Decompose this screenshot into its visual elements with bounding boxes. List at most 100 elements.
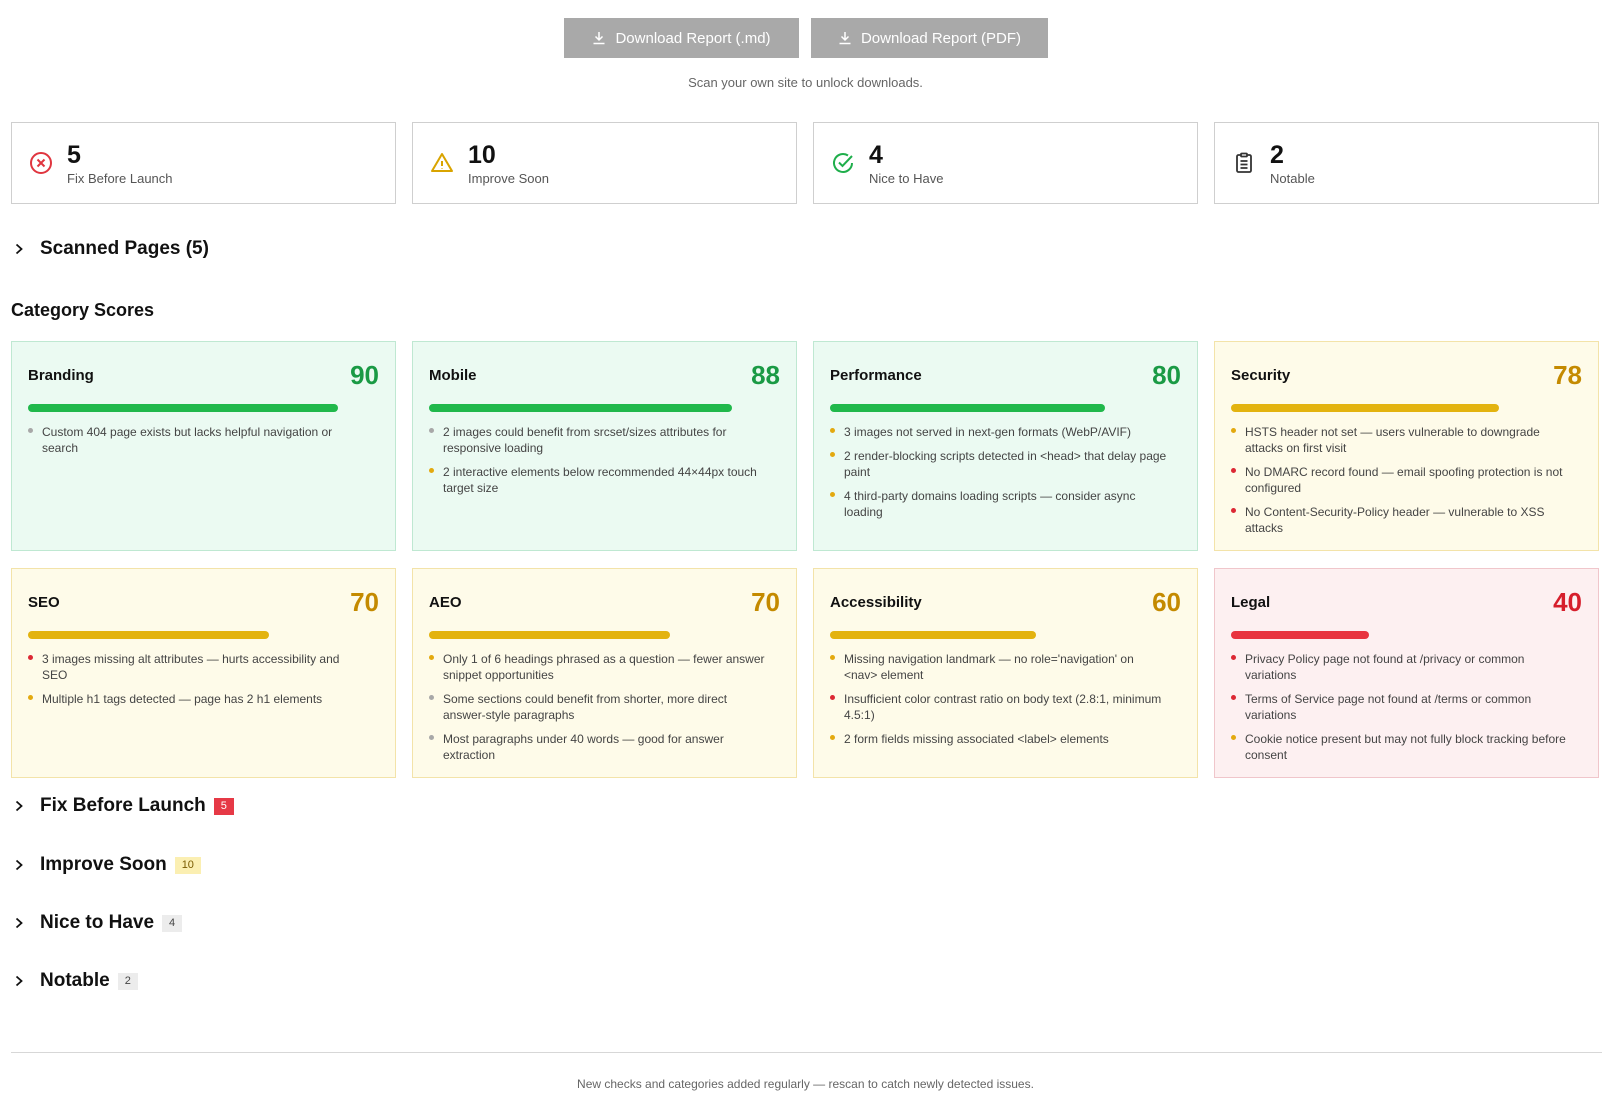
issue-text: Only 1 of 6 headings phrased as a questi… — [443, 652, 765, 682]
category-card-legal: Legal 40 Privacy Policy page not found at … — [1214, 568, 1599, 778]
group-title: Nice to Have — [40, 912, 155, 933]
category-card-branding: Branding 90 Custom 404 page exists but lac… — [11, 341, 396, 551]
issue-list: HSTS header not set — users vulnerable t… — [1231, 424, 1582, 536]
score-bar-track — [830, 631, 1181, 639]
issue-text: Custom 404 page exists but lacks helpful… — [42, 425, 333, 455]
score-bar-track — [429, 404, 780, 412]
download-md-label: Download Report (.md) — [615, 29, 771, 47]
issue-text: No Content-Security-Policy header — vuln… — [1245, 505, 1545, 535]
issue-list: 3 images not served in next-gen formats … — [830, 424, 1181, 520]
issue-text: 2 form fields missing associated <label>… — [844, 732, 1109, 746]
chevron-right-icon — [14, 800, 26, 812]
category-score: 78 — [1553, 359, 1582, 390]
category-score: 70 — [751, 586, 780, 617]
score-bar-fill — [1231, 631, 1369, 639]
category-score: 70 — [350, 586, 379, 617]
group-toggle-fix-before-launch[interactable]: Fix Before Launch 5 — [14, 795, 234, 817]
issue-item: Multiple h1 tags detected — page has 2 h… — [28, 691, 379, 707]
severity-dot — [1231, 655, 1236, 660]
category-score: 40 — [1553, 586, 1582, 617]
severity-dot — [28, 695, 33, 700]
summary-card-improve: 10 Improve Soon — [412, 122, 797, 204]
group-toggle-nice-to-have[interactable]: Nice to Have 4 — [14, 912, 183, 934]
category-scores-title: Category Scores — [11, 300, 155, 320]
issue-item: 2 images could benefit from srcset/sizes… — [429, 424, 780, 456]
category-card-security: Security 78 HSTS header not set — users vu… — [1214, 341, 1599, 551]
summary-card-fix: 5 Fix Before Launch — [11, 122, 396, 204]
summary-cards: 5 Fix Before Launch 10 Improve Soon 4 Ni… — [11, 122, 1602, 204]
issue-item: HSTS header not set — users vulnerable t… — [1231, 424, 1582, 456]
score-bar-track — [429, 631, 780, 639]
category-card-seo: SEO 70 3 images missing alt attributes — h… — [11, 568, 396, 778]
severity-dot — [28, 655, 33, 660]
chevron-right-icon — [14, 859, 26, 871]
score-bar-track — [1231, 631, 1582, 639]
issue-text: Cookie notice present but may not fully … — [1245, 732, 1566, 762]
category-card-aeo: AEO 70 Only 1 of 6 headings phrased as a q… — [412, 568, 797, 778]
severity-dot — [830, 492, 835, 497]
severity-dot — [429, 468, 434, 473]
chevron-right-icon — [14, 975, 26, 987]
scanned-pages-toggle[interactable]: Scanned Pages (5) — [14, 238, 209, 260]
count-badge: 4 — [162, 914, 183, 932]
category-card-accessibility: Accessibility 60 Missing navigation landma… — [813, 568, 1198, 778]
issue-text: 2 render-blocking scripts detected in <h… — [844, 449, 1167, 479]
severity-dot — [1231, 428, 1236, 433]
score-bar-fill — [830, 404, 1105, 412]
category-score: 80 — [1152, 359, 1181, 390]
issue-text: Privacy Policy page not found at /privac… — [1245, 652, 1525, 682]
download-icon — [593, 32, 605, 45]
chevron-right-icon — [14, 243, 26, 255]
category-card-mobile: Mobile 88 2 images could benefit from srcs… — [412, 341, 797, 551]
chevron-right-icon — [14, 917, 26, 929]
score-bar-fill — [28, 404, 338, 412]
issue-list: Only 1 of 6 headings phrased as a questi… — [429, 651, 780, 763]
issue-text: HSTS header not set — users vulnerable t… — [1245, 425, 1540, 455]
group-toggle-notable[interactable]: Notable 2 — [14, 970, 138, 992]
severity-dot — [429, 735, 434, 740]
category-score: 90 — [350, 359, 379, 390]
issue-item: Terms of Service page not found at /term… — [1231, 691, 1582, 723]
download-note: Scan your own site to unlock downloads. — [688, 75, 923, 90]
download-buttons: Download Report (.md) Download Report (P… — [0, 18, 1611, 58]
severity-dot — [1231, 468, 1236, 473]
severity-dot — [1231, 735, 1236, 740]
issue-item: Custom 404 page exists but lacks helpful… — [28, 424, 379, 456]
issue-item: 2 form fields missing associated <label>… — [830, 731, 1181, 747]
issue-item: 2 render-blocking scripts detected in <h… — [830, 448, 1181, 480]
severity-dot — [1231, 695, 1236, 700]
category-grid: Branding 90 Custom 404 page exists but lac… — [11, 341, 1602, 778]
issue-text: Missing navigation landmark — no role='n… — [844, 652, 1134, 682]
score-bar-track — [830, 404, 1181, 412]
warning-triangle-icon — [430, 151, 454, 175]
score-bar-fill — [429, 631, 670, 639]
issue-item: Missing navigation landmark — no role='n… — [830, 651, 1181, 683]
category-name: Legal — [1231, 593, 1271, 611]
severity-dot — [429, 428, 434, 433]
score-bar-track — [28, 404, 379, 412]
divider — [11, 1052, 1602, 1053]
category-name: Accessibility — [830, 593, 922, 611]
issue-text: Some sections could benefit from shorter… — [443, 692, 728, 722]
category-name: AEO — [429, 593, 462, 611]
group-title: Notable — [40, 970, 110, 991]
category-name: SEO — [28, 593, 60, 611]
severity-dot — [830, 655, 835, 660]
issue-list: 3 images missing alt attributes — hurts … — [28, 651, 379, 707]
score-bar-fill — [1231, 404, 1499, 412]
download-pdf-button[interactable]: Download Report (PDF) — [810, 18, 1048, 58]
category-name: Mobile — [429, 366, 477, 384]
category-name: Branding — [28, 366, 94, 384]
group-toggle-improve-soon[interactable]: Improve Soon 10 — [14, 854, 201, 876]
issue-item: 2 interactive elements below recommended… — [429, 464, 780, 496]
issue-list: Privacy Policy page not found at /privac… — [1231, 651, 1582, 763]
severity-dot — [1231, 508, 1236, 513]
summary-card-notable: 2 Notable — [1214, 122, 1599, 204]
issue-item: Cookie notice present but may not fully … — [1231, 731, 1582, 763]
issue-text: 2 interactive elements below recommended… — [443, 465, 757, 495]
download-icon — [839, 32, 851, 45]
issue-item: Most paragraphs under 40 words — good fo… — [429, 731, 780, 763]
download-md-button[interactable]: Download Report (.md) — [563, 18, 799, 58]
summary-count: 4 — [869, 140, 883, 169]
severity-dot — [830, 695, 835, 700]
